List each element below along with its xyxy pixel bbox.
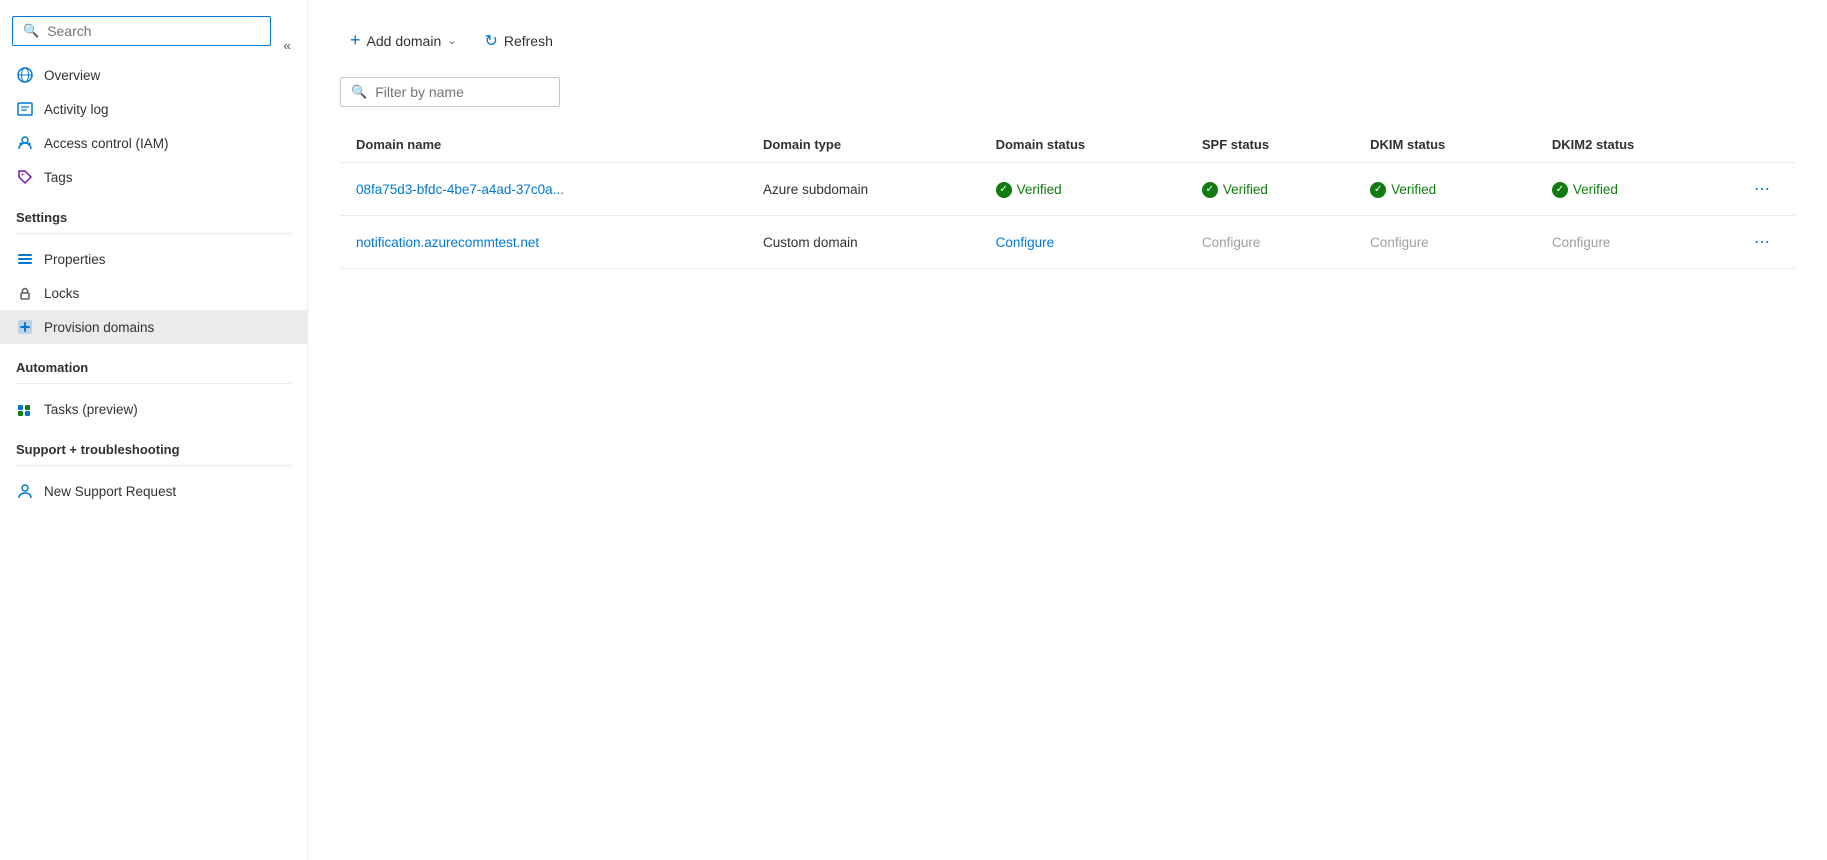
support-icon	[16, 482, 34, 500]
refresh-button[interactable]: ↻ Refresh	[474, 25, 562, 57]
iam-icon	[16, 134, 34, 152]
table-row: notification.azurecommtest.net Custom do…	[340, 216, 1795, 269]
domain-name-cell[interactable]: notification.azurecommtest.net	[340, 216, 747, 269]
col-dkim2-status: DKIM2 status	[1536, 127, 1730, 163]
sidebar-item-label: Access control (IAM)	[44, 136, 169, 151]
row-more-button-2[interactable]: ⋯	[1746, 228, 1779, 256]
lock-icon	[16, 284, 34, 302]
sidebar-item-new-support[interactable]: New Support Request	[0, 474, 307, 508]
dkim2-check-icon: ✓	[1552, 182, 1568, 198]
col-domain-status: Domain status	[980, 127, 1186, 163]
row-more-cell[interactable]: ⋯	[1730, 163, 1795, 216]
filter-bar[interactable]: 🔍	[340, 77, 560, 107]
sidebar-item-provision-domains[interactable]: Provision domains	[0, 310, 307, 344]
col-dkim-status: DKIM status	[1354, 127, 1536, 163]
search-input[interactable]	[47, 23, 260, 39]
col-spf-status: SPF status	[1186, 127, 1354, 163]
sidebar-item-label: New Support Request	[44, 484, 176, 499]
dkim2-status-cell: ✓ Verified	[1536, 163, 1730, 216]
filter-input[interactable]	[375, 84, 549, 100]
toolbar: + Add domain ⌄ ↻ Refresh	[340, 24, 1795, 57]
sidebar-item-properties[interactable]: Properties	[0, 242, 307, 276]
domain-type-cell: Custom domain	[747, 216, 980, 269]
spf-check-icon: ✓	[1202, 182, 1218, 198]
dkim-status-cell: ✓ Verified	[1354, 163, 1536, 216]
dkim-check-icon: ✓	[1370, 182, 1386, 198]
collapse-sidebar-button[interactable]: «	[275, 33, 299, 57]
sidebar-item-access-control[interactable]: Access control (IAM)	[0, 126, 307, 160]
domain-status-verified: ✓ Verified	[996, 182, 1062, 198]
search-icon: 🔍	[23, 23, 39, 39]
automation-divider	[16, 383, 291, 384]
main-content: + Add domain ⌄ ↻ Refresh 🔍 Domain name D…	[308, 0, 1827, 860]
dkim-status-cell-2: Configure	[1354, 216, 1536, 269]
support-divider	[16, 465, 291, 466]
col-domain-type: Domain type	[747, 127, 980, 163]
sidebar-item-label: Provision domains	[44, 320, 154, 335]
table-row: 08fa75d3-bfdc-4be7-a4ad-37c0a... Azure s…	[340, 163, 1795, 216]
tags-icon	[16, 168, 34, 186]
dkim-verified-badge: ✓ Verified	[1370, 182, 1436, 198]
spf-status-cell-2: Configure	[1186, 216, 1354, 269]
automation-section-label: Automation	[0, 344, 307, 379]
spf-status-cell: ✓ Verified	[1186, 163, 1354, 216]
add-icon: +	[350, 30, 361, 51]
filter-search-icon: 🔍	[351, 84, 367, 100]
col-domain-name: Domain name	[340, 127, 747, 163]
sidebar-item-overview[interactable]: Overview	[0, 58, 307, 92]
row-more-button[interactable]: ⋯	[1746, 175, 1779, 203]
support-section-label: Support + troubleshooting	[0, 426, 307, 461]
spf-verified-badge: ✓ Verified	[1202, 182, 1268, 198]
domain-type-cell: Azure subdomain	[747, 163, 980, 216]
domain-status-cell-2[interactable]: Configure	[980, 216, 1186, 269]
col-more	[1730, 127, 1795, 163]
sidebar-item-label: Activity log	[44, 102, 109, 117]
table-header-row: Domain name Domain type Domain status SP…	[340, 127, 1795, 163]
settings-section-label: Settings	[0, 194, 307, 229]
sidebar-item-label: Properties	[44, 252, 106, 267]
dkim2-verified-badge: ✓ Verified	[1552, 182, 1618, 198]
add-domain-label: Add domain	[367, 33, 442, 49]
tasks-icon	[16, 400, 34, 418]
dkim-configure-label: Configure	[1370, 235, 1429, 250]
domain-name-link-2[interactable]: notification.azurecommtest.net	[356, 235, 539, 250]
provision-icon	[16, 318, 34, 336]
domain-status-configure-link[interactable]: Configure	[996, 235, 1055, 250]
domains-table: Domain name Domain type Domain status SP…	[340, 127, 1795, 269]
domain-status-cell: ✓ Verified	[980, 163, 1186, 216]
sidebar: 🔍 « Overview Activity log Access control…	[0, 0, 308, 860]
sidebar-item-locks[interactable]: Locks	[0, 276, 307, 310]
sidebar-item-label: Tags	[44, 170, 73, 185]
properties-icon	[16, 250, 34, 268]
chevron-down-icon: ⌄	[447, 34, 456, 47]
row-more-cell-2[interactable]: ⋯	[1730, 216, 1795, 269]
activity-icon	[16, 100, 34, 118]
spf-configure-label: Configure	[1202, 235, 1261, 250]
domain-name-cell[interactable]: 08fa75d3-bfdc-4be7-a4ad-37c0a...	[340, 163, 747, 216]
sidebar-item-label: Overview	[44, 68, 100, 83]
sidebar-item-activity-log[interactable]: Activity log	[0, 92, 307, 126]
refresh-icon: ↻	[484, 31, 497, 51]
settings-divider	[16, 233, 291, 234]
sidebar-item-label: Tasks (preview)	[44, 402, 138, 417]
sidebar-search-container[interactable]: 🔍	[12, 16, 271, 46]
sidebar-item-label: Locks	[44, 286, 79, 301]
domain-name-link[interactable]: 08fa75d3-bfdc-4be7-a4ad-37c0a...	[356, 182, 564, 197]
dkim2-configure-label: Configure	[1552, 235, 1611, 250]
sidebar-item-tags[interactable]: Tags	[0, 160, 307, 194]
sidebar-item-tasks[interactable]: Tasks (preview)	[0, 392, 307, 426]
refresh-label: Refresh	[504, 33, 553, 49]
globe-icon	[16, 66, 34, 84]
dkim2-status-cell-2: Configure	[1536, 216, 1730, 269]
add-domain-button[interactable]: + Add domain ⌄	[340, 24, 466, 57]
verified-check-icon: ✓	[996, 182, 1012, 198]
